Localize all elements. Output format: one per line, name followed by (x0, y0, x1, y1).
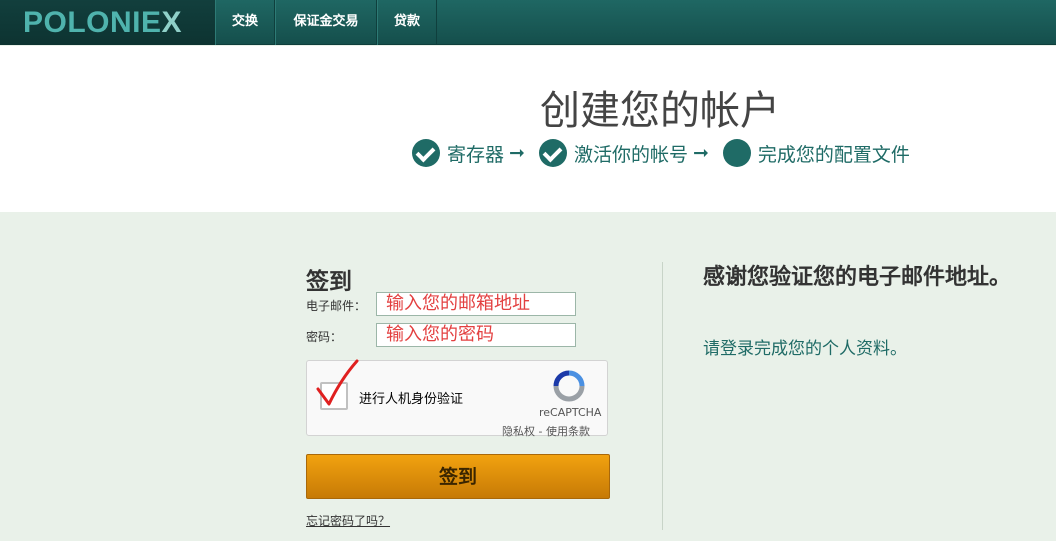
step-activate: 激活你的帐号 (538, 139, 688, 167)
top-nav-bar: POLONIEX 交换 保证金交易 贷款 (0, 0, 1056, 45)
check-circle-icon (412, 139, 440, 167)
page-title: 创建您的帐户 (540, 88, 780, 134)
nav-item-lending[interactable]: 贷款 (377, 0, 437, 45)
current-step-circle-icon (722, 139, 751, 167)
poloniex-logo[interactable]: POLONIEX (23, 6, 182, 40)
forgot-password-link[interactable]: 忘记密码了吗？ (306, 512, 390, 529)
captcha-prompt: 进行人机身份验证 (359, 392, 464, 407)
page-header: 创建您的帐户 寄存器 ➞ 激活你的帐号 ➞ 完成您的配置文件 (0, 46, 1056, 212)
progress-steps: 寄存器 ➞ 激活你的帐号 ➞ 完成您的配置文件 (412, 138, 910, 168)
nav-item-exchange[interactable]: 交换 (215, 0, 275, 45)
logo-x: X (161, 6, 183, 39)
signin-title: 签到 (306, 269, 352, 295)
recaptcha-widget: 进行人机身份验证 reCAPTCHA 隐私权 - 使用条款 (306, 359, 608, 439)
password-label: 密码： (306, 330, 343, 344)
logo-text: POLONIE (23, 6, 162, 39)
signin-button[interactable]: 签到 (306, 454, 610, 499)
step-label: 完成您的配置文件 (757, 143, 910, 166)
step-complete-profile: 完成您的配置文件 (722, 139, 910, 167)
logo-container[interactable]: POLONIEX (0, 0, 215, 45)
arrow-right-icon: ➞ (692, 142, 709, 164)
red-checkmark-annotation (316, 359, 359, 406)
vertical-divider (662, 262, 663, 530)
step-label: 寄存器 (447, 143, 505, 166)
step-label: 激活你的帐号 (573, 143, 688, 166)
verification-thanks-title: 感谢您验证您的电子邮件地址。 (703, 265, 1012, 290)
recaptcha-icon (553, 370, 585, 402)
step-register: 寄存器 (412, 139, 504, 167)
arrow-right-icon: ➞ (509, 142, 525, 164)
password-field[interactable]: 输入您的密码 (376, 323, 576, 347)
nav-item-margin-trading[interactable]: 保证金交易 (275, 0, 377, 45)
email-field[interactable]: 输入您的邮箱地址 (376, 292, 576, 316)
login-prompt-text: 请登录完成您的个人资料。 (703, 339, 907, 359)
check-circle-icon (538, 139, 567, 167)
email-label: 电子邮件： (306, 299, 367, 313)
signin-panel: 签到 (306, 262, 646, 296)
recaptcha-brand: reCAPTCHA (539, 406, 602, 419)
recaptcha-links[interactable]: 隐私权 - 使用条款 (502, 423, 590, 439)
